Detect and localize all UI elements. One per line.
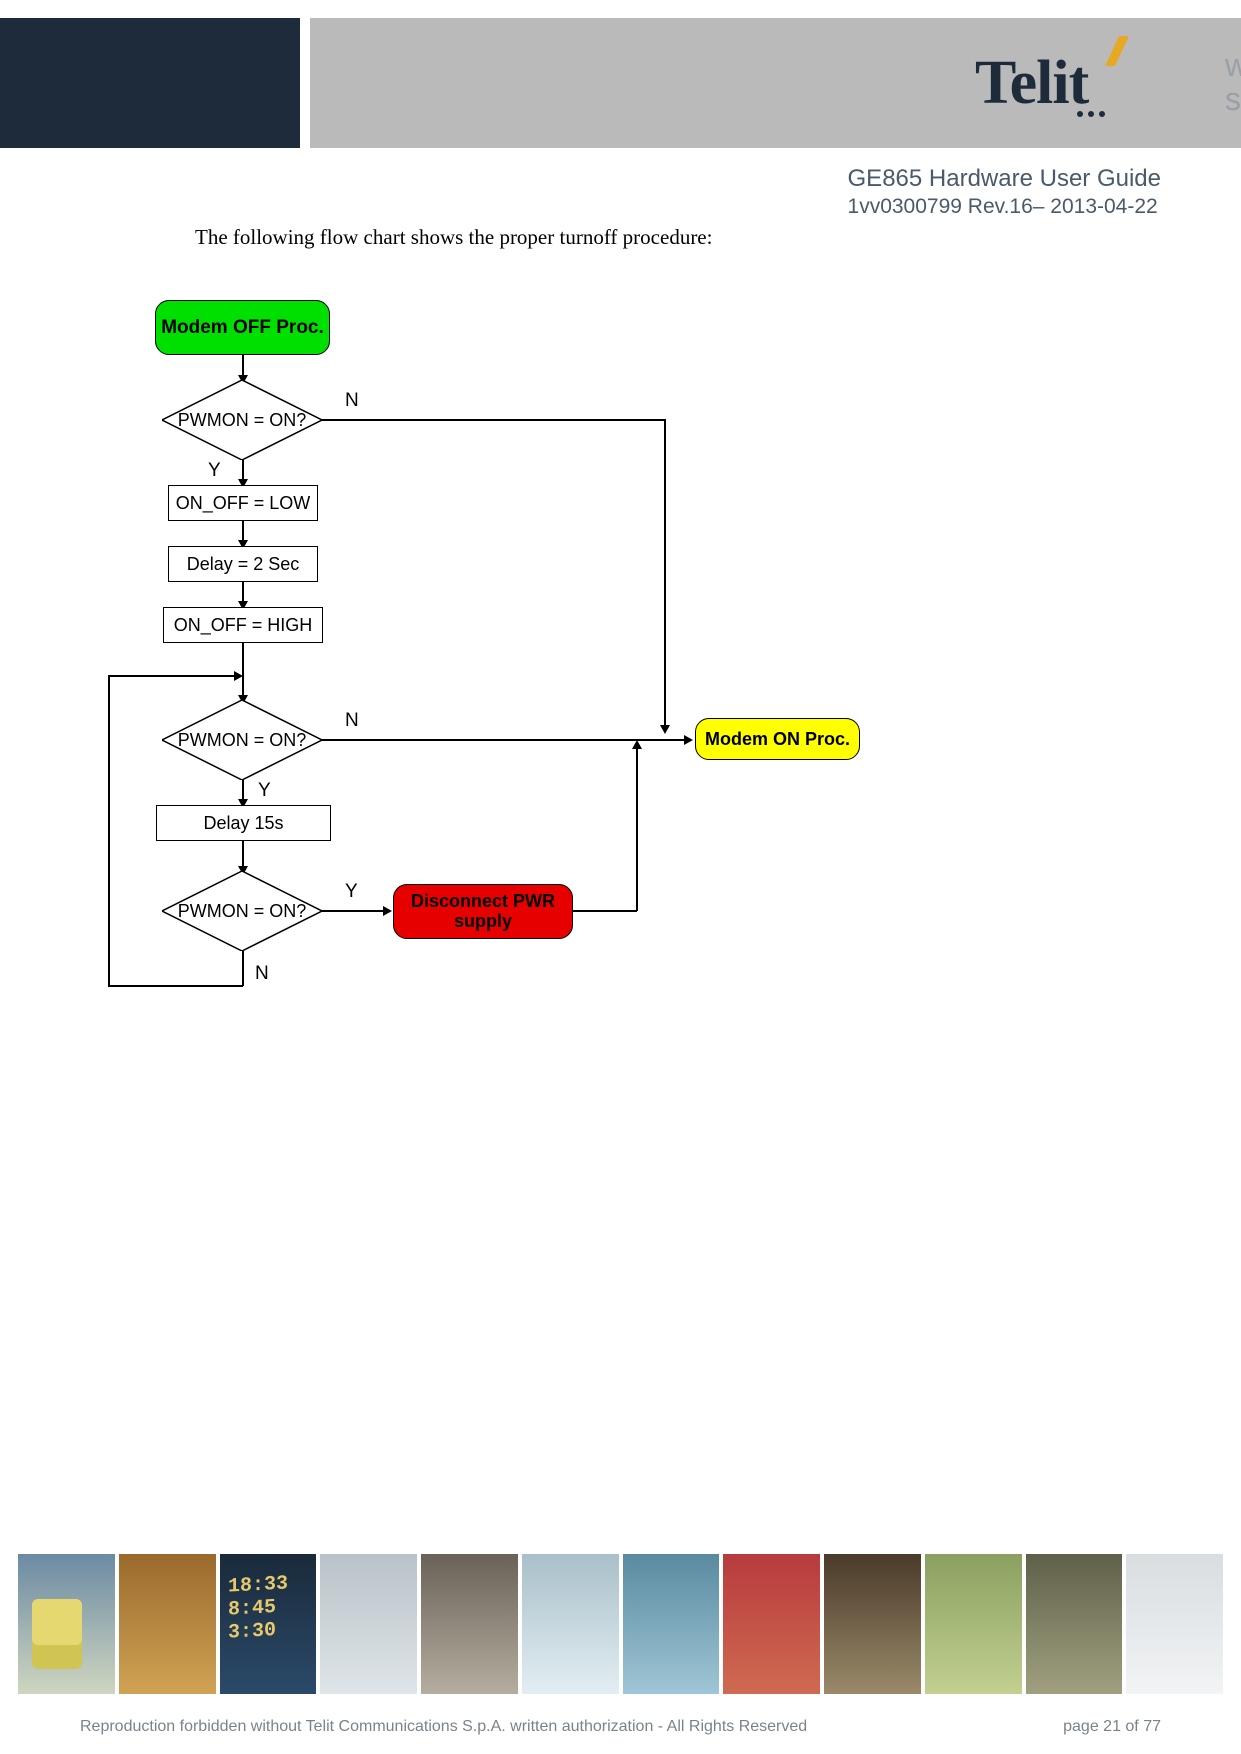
thumb-icon [320,1554,417,1694]
footer-page: page 21 of 77 [1063,1718,1161,1736]
flow-p1-label: ON_OFF = LOW [176,493,311,514]
logo-wordmark: Telit [975,48,1088,119]
flow-process-onoff-high: ON_OFF = HIGH [163,607,323,643]
document-title: GE865 Hardware User Guide [848,165,1161,193]
intro-text: The following flow chart shows the prope… [195,225,712,250]
footer-copyright: Reproduction forbidden without Telit Com… [80,1718,807,1736]
header-dark-block [0,18,300,148]
thumb-icon [925,1554,1022,1694]
logo-mark: Telit [960,38,1200,128]
thumb-icon [522,1554,619,1694]
thumb-icon [623,1554,720,1694]
thumb-icon [824,1554,921,1694]
tagline-line1: wireless [1225,47,1241,83]
thumb-icon [421,1554,518,1694]
thumb-icon [119,1554,216,1694]
thumb-icon [1126,1554,1223,1694]
edge-d2-y: Y [258,780,271,802]
header-grey-block: Telit wireless solutions [310,18,1241,148]
flow-p3-label: ON_OFF = HIGH [174,615,313,636]
logo-accent-icon [1105,36,1129,66]
flow-process-delay-2s: Delay = 2 Sec [168,546,318,582]
edge-d1-y: Y [208,460,221,482]
flow-decision-2: PWMON = ON? [162,700,322,780]
edge-d1-n: N [345,390,359,412]
header: Telit wireless solutions [0,18,1241,148]
flow-p2-label: Delay = 2 Sec [187,554,300,575]
flow-p4-label: Delay 15s [203,813,283,834]
flow-decision-3-label: PWMON = ON? [178,901,307,922]
flow-decision-3: PWMON = ON? [162,871,322,951]
thumb-icon [1026,1554,1123,1694]
thumb-icon [18,1554,115,1694]
document-revision: 1vv0300799 Rev.16– 2013-04-22 [848,195,1161,219]
flow-decision-1-label: PWMON = ON? [178,410,307,431]
logo-dots-icon [1077,111,1105,117]
edge-d3-n: N [255,963,269,985]
flow-process-delay-15s: Delay 15s [156,805,331,841]
edge-d2-n: N [345,710,359,732]
footer-image-strip [0,1554,1241,1694]
flow-on-label: Modem ON Proc. [705,729,850,750]
flow-terminator-disconnect-pwr: Disconnect PWR supply [393,884,573,939]
flow-pwr-label-2: supply [454,912,512,932]
flow-decision-2-label: PWMON = ON? [178,730,307,751]
logo-tagline: wireless solutions [1225,49,1241,116]
flow-process-onoff-low: ON_OFF = LOW [168,485,318,521]
flow-decision-1: PWMON = ON? [162,380,322,460]
tagline-line2: solutions [1225,81,1241,117]
edge-d3-y: Y [345,881,358,903]
thumb-icon [220,1554,317,1694]
footer: Reproduction forbidden without Telit Com… [0,1718,1241,1736]
document-meta: GE865 Hardware User Guide 1vv0300799 Rev… [848,165,1161,219]
flow-start: Modem OFF Proc. [155,300,330,355]
flow-pwr-label-1: Disconnect PWR [411,892,555,912]
logo: Telit wireless solutions [960,38,1241,128]
flow-terminator-modem-on: Modem ON Proc. [695,718,860,760]
flowchart: Modem OFF Proc. PWMON = ON? Y N ON_OFF =… [100,280,920,1060]
thumb-icon [723,1554,820,1694]
flow-start-label: Modem OFF Proc. [161,317,324,339]
